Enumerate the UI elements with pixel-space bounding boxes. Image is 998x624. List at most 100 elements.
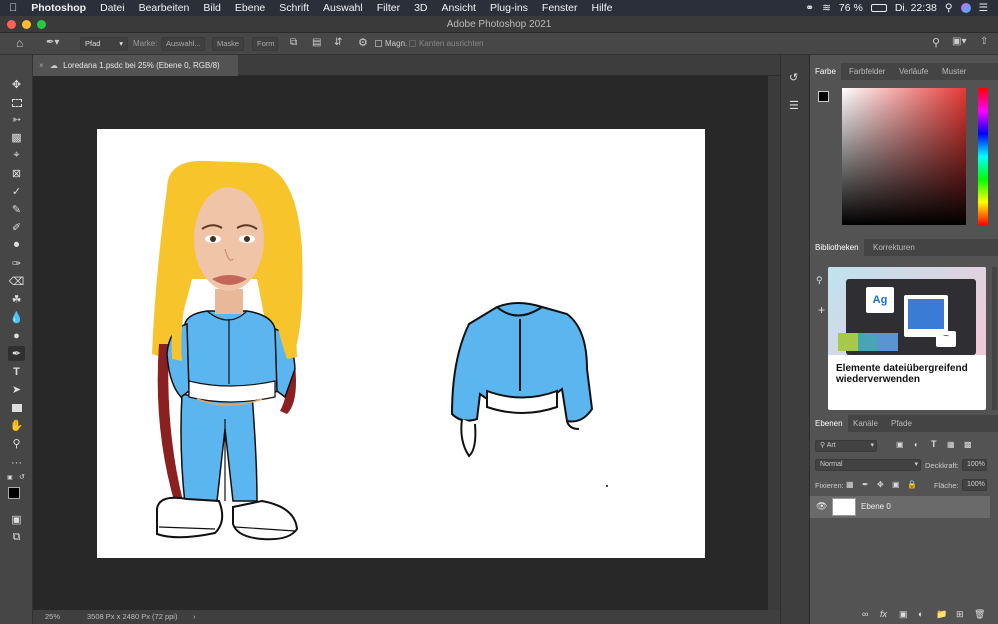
zoom-level[interactable]: 25% [45,610,60,624]
screen-mode-icon[interactable]: ⧉ [8,530,25,545]
workspace-icon[interactable]: ▣▾ [952,36,966,47]
path-arrangement-icon[interactable]: ⇵ [334,37,342,48]
tab-verlaeufe[interactable]: Verläufe [894,63,933,80]
document-canvas[interactable] [97,129,705,558]
tool-mode-select[interactable]: Pfad ▾ [80,37,128,51]
lock-image-icon[interactable]: ✒ [862,480,869,489]
menu-app-name[interactable]: Photoshop [24,2,93,14]
magnetic-checkbox[interactable] [375,40,382,47]
control-center-icon[interactable]: ☰ [979,2,988,14]
object-selection-tool-icon[interactable]: ▩ [8,130,25,145]
brush-tool-icon[interactable]: ✐ [8,220,25,235]
canvas-workspace[interactable] [33,76,768,610]
swap-colors-icon[interactable]: ↺ [19,473,25,481]
document-dimensions[interactable]: 3508 Px x 2480 Px (72 ppi) [87,610,177,624]
align-edges-checkbox[interactable] [409,40,416,47]
adjustment-layer-icon[interactable]: ◐ [918,609,923,619]
lock-transparent-icon[interactable]: ▦ [846,480,854,489]
blend-mode-select[interactable]: Normal ▾ [815,459,921,471]
menu-fenster[interactable]: Fenster [535,2,585,14]
search-icon[interactable]: ⚲ [932,36,940,49]
link-layers-icon[interactable]: ∞ [862,609,868,619]
menu-bearbeiten[interactable]: Bearbeiten [132,2,197,14]
tab-korrekturen[interactable]: Korrekturen [868,239,920,256]
filter-type-icon[interactable]: T [931,439,937,449]
menu-auswahl[interactable]: Auswahl [316,2,370,14]
make-shape-button[interactable]: Form [252,37,278,51]
layer-style-fx-icon[interactable]: fx [880,609,887,619]
history-brush-tool-icon[interactable]: ✑ [8,256,25,271]
marquee-tool-icon[interactable] [8,95,25,110]
home-icon[interactable]: ⌂ [16,36,23,50]
healing-brush-tool-icon[interactable]: ✎ [8,202,25,217]
apple-icon[interactable]:  [0,2,24,14]
wifi-icon[interactable]: ≋ [822,2,831,14]
new-layer-icon[interactable]: ⊞ [956,609,964,620]
paint-bucket-tool-icon[interactable]: ☘ [8,292,25,307]
close-window-button[interactable] [7,20,16,29]
quick-mask-icon[interactable]: ▣ [8,512,25,527]
menu-schrift[interactable]: Schrift [272,2,316,14]
make-selection-button[interactable]: Auswahl... [161,37,205,51]
layer-name[interactable]: Ebene 0 [861,502,891,511]
clock[interactable]: Di. 22:38 [895,2,937,14]
layer-filter-select[interactable]: ⚲ Art ▾ [815,440,877,452]
tab-ebenen[interactable]: Ebenen [810,415,848,432]
tab-muster[interactable]: Muster [937,63,971,80]
menu-bild[interactable]: Bild [196,2,228,14]
filter-pixel-icon[interactable]: ▣ [896,440,904,449]
library-promo-card[interactable]: Ag ~ Elemente dateiübergreifend wiederve… [828,267,986,410]
path-selection-tool-icon[interactable]: ➤ [8,382,25,397]
pen-tool-icon[interactable]: ✒ [8,346,25,361]
lasso-tool-icon[interactable]: ➳ [8,112,25,127]
trash-icon[interactable]: 🗑 [974,609,985,620]
path-operations-icon[interactable]: ⧉ [290,37,297,48]
gear-icon[interactable]: ⚙ [358,36,368,49]
zoom-tool-icon[interactable]: ⚲ [8,436,25,451]
menu-3d[interactable]: 3D [407,2,434,14]
hand-tool-icon[interactable]: ✋ [8,418,25,433]
menu-ansicht[interactable]: Ansicht [435,2,483,14]
make-mask-button[interactable]: Maske [212,37,244,51]
fill-input[interactable]: 100% [962,479,987,491]
add-mask-icon[interactable]: ▣ [899,609,908,620]
path-alignment-icon[interactable]: ▤ [312,37,321,48]
siri-icon[interactable] [960,3,971,13]
libraries-scrollbar[interactable] [992,267,997,410]
menu-ebene[interactable]: Ebene [228,2,272,14]
add-library-icon[interactable]: + [818,303,825,317]
eraser-tool-icon[interactable]: ⌫ [8,274,25,289]
properties-panel-icon[interactable]: ☰ [789,99,799,112]
menu-hilfe[interactable]: Hilfe [585,2,620,14]
library-search-icon[interactable]: ⚲ [816,275,823,286]
frame-tool-icon[interactable]: ⊠ [8,166,25,181]
menu-plugins[interactable]: Plug-ins [483,2,535,14]
type-tool-icon[interactable]: T [8,364,25,379]
tab-pfade[interactable]: Pfade [886,415,917,432]
filter-shape-icon[interactable]: ▦ [947,440,955,449]
creative-cloud-icon[interactable]: ⚭ [805,2,814,14]
share-icon[interactable]: ⇧ [980,36,988,47]
pen-tool-preset-icon[interactable]: ✒▾ [46,37,59,48]
filter-smart-object-icon[interactable]: ▩ [964,440,972,449]
tab-farbe[interactable]: Farbe [810,63,841,80]
chevron-right-icon[interactable]: › [193,610,196,624]
zoom-window-button[interactable] [37,20,46,29]
color-fg-swatch[interactable] [818,91,829,102]
tab-farbfelder[interactable]: Farbfelder [844,63,890,80]
dodge-tool-icon[interactable]: ● [8,328,25,343]
eye-icon[interactable]: 👁 [816,501,827,512]
filter-adjustment-icon[interactable]: ◐ [914,440,919,449]
lock-position-icon[interactable]: ✥ [877,480,884,489]
close-tab-icon[interactable]: × [39,61,44,70]
opacity-input[interactable]: 100% [962,459,987,471]
new-group-icon[interactable]: 📁 [936,609,947,620]
blur-tool-icon[interactable]: 💧 [8,310,25,325]
clone-stamp-tool-icon[interactable]: ⏺ [8,238,25,253]
menu-datei[interactable]: Datei [93,2,132,14]
spotlight-search-icon[interactable]: ⚲ [945,2,953,14]
battery-icon[interactable] [870,4,887,12]
history-panel-icon[interactable]: ↺ [789,71,798,84]
crop-tool-icon[interactable]: ⌖ [8,148,25,163]
menu-filter[interactable]: Filter [370,2,407,14]
